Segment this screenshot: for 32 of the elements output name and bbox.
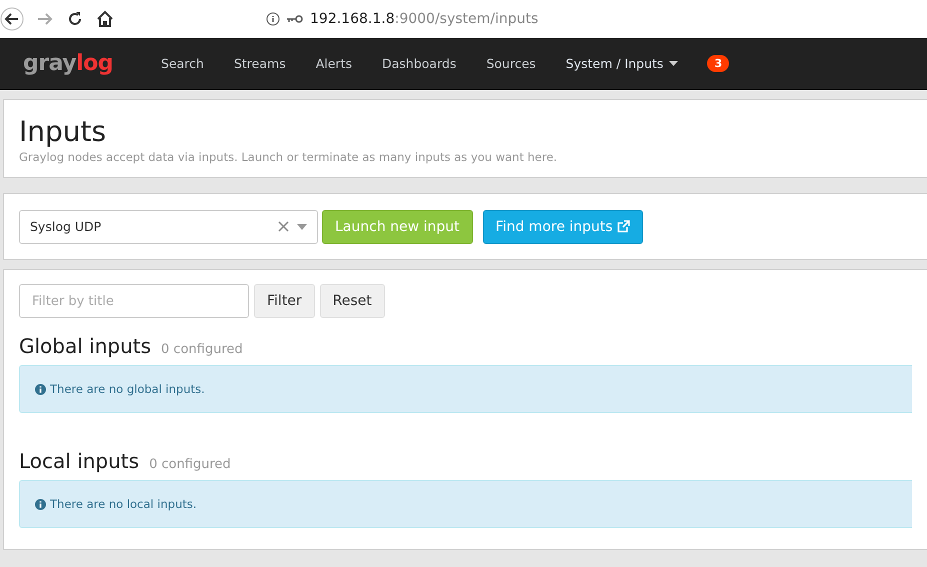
external-link-icon <box>616 220 630 233</box>
page-title: Inputs <box>19 116 108 148</box>
filter-button[interactable]: Filter <box>254 284 315 318</box>
section-title: Local inputs <box>19 449 140 473</box>
info-icon <box>35 384 46 394</box>
nav-link[interactable]: Search <box>146 56 219 71</box>
nav-link[interactable]: Alerts <box>300 56 367 71</box>
nav-link[interactable]: Sources <box>471 56 551 71</box>
reset-button[interactable]: Reset <box>320 284 385 318</box>
alert-message: There are no global inputs. <box>50 382 205 396</box>
logo[interactable]: graylog <box>23 51 114 76</box>
info-icon <box>35 498 46 510</box>
configured-count: 0 configured <box>149 457 231 472</box>
nav-link[interactable]: Dashboards <box>367 56 472 71</box>
page-description: Graylog nodes accept data via inputs. Launch or terminate as many inputs as you want here. <box>19 150 558 164</box>
address-bar[interactable]: 192.168.1.8:9000/system/inputs <box>256 4 927 34</box>
info-icon <box>266 12 280 26</box>
alert-message: There are no local inputs. <box>50 497 197 511</box>
reload-icon[interactable] <box>66 10 84 28</box>
section-title: Global inputs <box>19 334 152 358</box>
clear-icon[interactable] <box>278 221 289 232</box>
nav-link[interactable]: Streams <box>218 56 301 71</box>
notification-count[interactable]: 3 <box>707 55 730 72</box>
back-icon[interactable] <box>0 7 24 31</box>
nav-link[interactable]: System / Inputs <box>550 56 694 71</box>
home-icon[interactable] <box>96 10 114 28</box>
caret-icon[interactable] <box>297 224 307 230</box>
url-text: 192.168.1.8:9000/system/inputs <box>310 11 538 27</box>
filter-field[interactable]: Filter by title <box>19 284 249 318</box>
key-icon <box>286 14 304 24</box>
configured-count: 0 configured <box>161 342 243 357</box>
input-type-select[interactable]: Syslog UDP <box>19 210 318 244</box>
